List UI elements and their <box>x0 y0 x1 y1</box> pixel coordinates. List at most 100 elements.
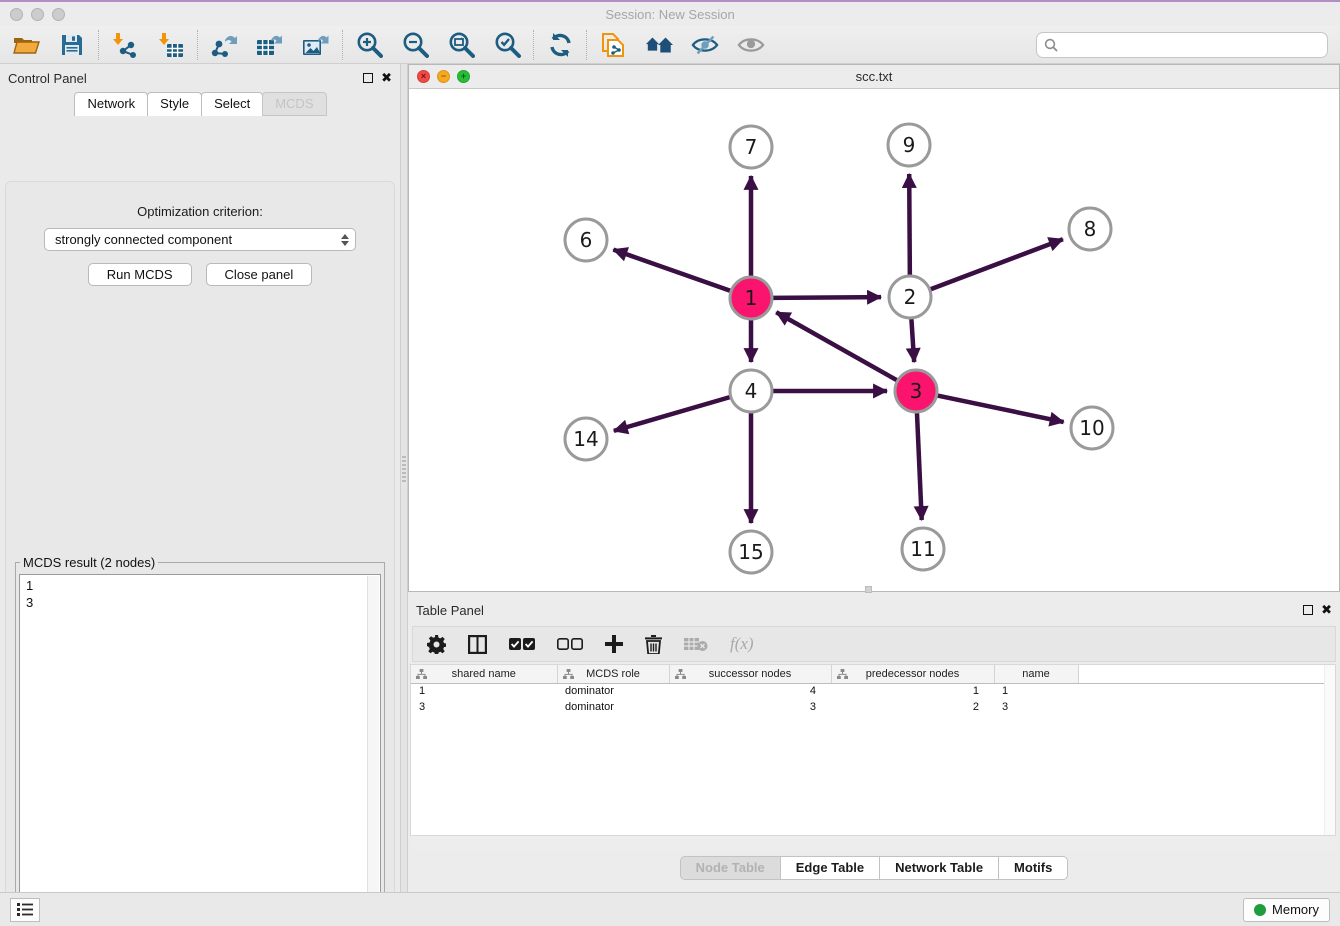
edge-3-11[interactable] <box>917 413 922 520</box>
edge-2-8[interactable] <box>931 239 1063 289</box>
graph-node-2[interactable]: 2 <box>889 276 931 318</box>
memory-button[interactable]: Memory <box>1243 898 1330 922</box>
graph-node-10[interactable]: 10 <box>1071 407 1113 449</box>
cell[interactable]: dominator <box>557 683 669 699</box>
edge-4-14[interactable] <box>614 397 730 431</box>
cell[interactable]: 4 <box>669 683 831 699</box>
network-view-window: × − + scc.txt 7 9 6 8 1 2 4 3 14 10 15 11 <box>408 64 1340 592</box>
edge-1-6[interactable] <box>613 250 730 291</box>
svg-text:11: 11 <box>910 537 935 561</box>
tab-network[interactable]: Network <box>74 92 148 116</box>
table-settings-icon[interactable] <box>427 635 446 654</box>
task-history-button[interactable] <box>10 898 40 922</box>
cell[interactable]: 1 <box>831 683 994 699</box>
network-canvas[interactable]: 7 9 6 8 1 2 4 3 14 10 15 11 <box>409 89 1339 591</box>
cell[interactable]: 3 <box>411 699 557 715</box>
edge-1-2[interactable] <box>773 297 881 298</box>
run-mcds-button[interactable]: Run MCDS <box>88 263 192 286</box>
float-panel-icon[interactable] <box>363 73 373 83</box>
zoom-fit-icon[interactable] <box>447 31 475 59</box>
export-network-icon[interactable] <box>210 31 238 59</box>
import-table-icon[interactable] <box>157 31 185 59</box>
tab-edge-table[interactable]: Edge Table <box>781 856 880 880</box>
criterion-value: strongly connected component <box>55 232 232 247</box>
window-resize-handle[interactable] <box>865 586 872 593</box>
cell[interactable]: dominator <box>557 699 669 715</box>
export-image-icon[interactable] <box>302 31 330 59</box>
graph-node-3[interactable]: 3 <box>895 370 937 412</box>
graph-node-4[interactable]: 4 <box>730 370 772 412</box>
add-column-icon[interactable] <box>605 635 623 653</box>
network-graph[interactable]: 7 9 6 8 1 2 4 3 14 10 15 11 <box>409 89 1339 591</box>
network-window-titlebar[interactable]: × − + scc.txt <box>409 65 1339 89</box>
node-table-body[interactable]: 1dominator4113dominator323 <box>411 683 1328 715</box>
column-header-name[interactable]: name <box>994 665 1078 683</box>
save-icon[interactable] <box>58 31 86 59</box>
graph-node-14[interactable]: 14 <box>565 418 607 460</box>
desktop-edge <box>0 0 1340 2</box>
delete-column-icon[interactable] <box>645 635 662 654</box>
splitter-handle-icon[interactable] <box>402 456 406 482</box>
table-scrollbar[interactable] <box>1324 665 1335 836</box>
close-panel-button[interactable]: Close panel <box>206 263 313 286</box>
column-header-predecessor-nodes[interactable]: predecessor nodes <box>831 665 994 683</box>
edge-3-10[interactable] <box>938 396 1064 423</box>
import-network-icon[interactable] <box>111 31 139 59</box>
cell[interactable]: 3 <box>669 699 831 715</box>
float-table-panel-icon[interactable] <box>1303 605 1313 615</box>
tab-select[interactable]: Select <box>201 92 263 116</box>
deselect-all-icon[interactable] <box>557 638 583 651</box>
node-table[interactable]: shared nameMCDS rolesuccessor nodesprede… <box>410 664 1336 836</box>
tab-style[interactable]: Style <box>147 92 202 116</box>
column-header-MCDS-role[interactable]: MCDS role <box>557 665 669 683</box>
result-scrollbar[interactable] <box>367 576 379 926</box>
close-table-panel-icon[interactable]: ✖ <box>1321 605 1332 615</box>
table-hscroll-area[interactable] <box>412 836 1336 850</box>
show-all-eye-icon[interactable] <box>737 31 765 59</box>
refresh-icon[interactable] <box>546 31 574 59</box>
table-row[interactable]: 1dominator411 <box>411 683 1328 699</box>
tab-motifs[interactable]: Motifs <box>999 856 1068 880</box>
svg-text:4: 4 <box>745 379 758 403</box>
close-panel-icon[interactable]: ✖ <box>381 73 392 83</box>
edge-2-9[interactable] <box>909 174 910 275</box>
cell[interactable]: 3 <box>994 699 1078 715</box>
graph-node-8[interactable]: 8 <box>1069 208 1111 250</box>
select-all-icon[interactable] <box>509 638 535 651</box>
cell[interactable]: 1 <box>994 683 1078 699</box>
search-field[interactable] <box>1036 32 1328 58</box>
table-toolbar: f(x) <box>412 626 1336 662</box>
node-table-header[interactable]: shared nameMCDS rolesuccessor nodesprede… <box>411 665 1328 683</box>
panel-splitter[interactable] <box>400 64 408 892</box>
clone-network-icon[interactable] <box>599 31 627 59</box>
open-folder-icon[interactable] <box>12 31 40 59</box>
mcds-result-text[interactable]: 1 3 <box>19 574 381 926</box>
tab-mcds[interactable]: MCDS <box>262 92 326 116</box>
graph-node-9[interactable]: 9 <box>888 124 930 166</box>
graph-node-1[interactable]: 1 <box>730 277 772 319</box>
zoom-selected-icon[interactable] <box>493 31 521 59</box>
hide-selected-eye-icon[interactable] <box>691 31 719 59</box>
graph-node-15[interactable]: 15 <box>730 531 772 573</box>
table-row[interactable]: 3dominator323 <box>411 699 1328 715</box>
home-icon[interactable] <box>645 31 673 59</box>
column-header-successor-nodes[interactable]: successor nodes <box>669 665 831 683</box>
show-columns-icon[interactable] <box>468 635 487 654</box>
cell[interactable]: 1 <box>411 683 557 699</box>
cell[interactable]: 2 <box>831 699 994 715</box>
search-input[interactable] <box>1063 37 1327 52</box>
zoom-in-icon[interactable] <box>355 31 383 59</box>
edge-2-3[interactable] <box>911 319 914 362</box>
zoom-out-icon[interactable] <box>401 31 429 59</box>
graph-node-7[interactable]: 7 <box>730 126 772 168</box>
tab-network-table[interactable]: Network Table <box>880 856 999 880</box>
edge-3-1[interactable] <box>776 312 897 380</box>
graph-node-11[interactable]: 11 <box>902 528 944 570</box>
graph-node-6[interactable]: 6 <box>565 219 607 261</box>
equation-fx-icon[interactable]: f(x) <box>730 634 754 654</box>
destroy-table-icon[interactable] <box>684 636 708 652</box>
tab-node-table[interactable]: Node Table <box>680 856 781 880</box>
export-table-icon[interactable] <box>256 31 284 59</box>
column-header-shared-name[interactable]: shared name <box>411 665 557 683</box>
criterion-select[interactable]: strongly connected component <box>44 228 356 251</box>
